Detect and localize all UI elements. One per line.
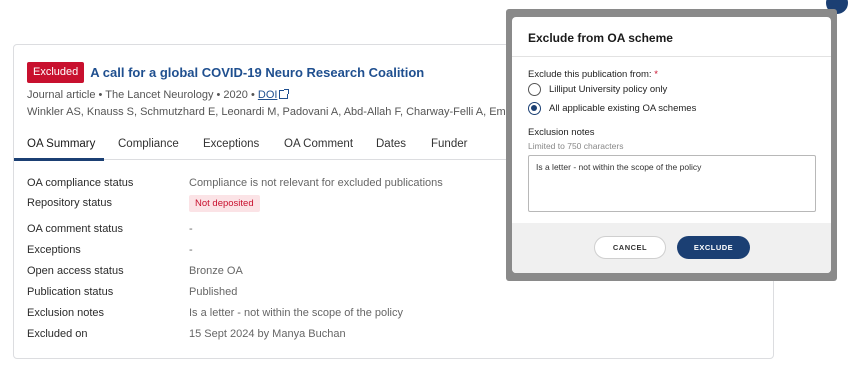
exclusion-notes-textarea[interactable]: Is a letter - not within the scope of th… bbox=[528, 155, 816, 212]
option-label: All applicable existing OA schemes bbox=[549, 103, 697, 114]
exclusion-notes-label: Exclusion notes bbox=[528, 127, 595, 138]
row-label: OA compliance status bbox=[27, 177, 134, 189]
row-label: OA comment status bbox=[27, 223, 123, 235]
excluded-badge: Excluded bbox=[27, 62, 85, 83]
tab-funder[interactable]: Funder bbox=[431, 138, 467, 150]
cancel-button[interactable]: CANCEL bbox=[594, 236, 666, 259]
option-all-schemes[interactable]: All applicable existing OA schemes bbox=[528, 102, 696, 115]
radio-unchecked-icon[interactable] bbox=[528, 83, 541, 96]
radio-checked-icon[interactable] bbox=[528, 102, 541, 115]
row-value: - bbox=[189, 223, 193, 235]
active-tab-indicator bbox=[14, 158, 104, 161]
exclude-from-text: Exclude this publication from: bbox=[528, 69, 652, 80]
row-label: Exclusion notes bbox=[27, 307, 105, 319]
dialog-footer: CANCEL EXCLUDE bbox=[512, 223, 831, 273]
doi-link[interactable]: DOI bbox=[258, 89, 278, 101]
exclude-button[interactable]: EXCLUDE bbox=[677, 236, 750, 259]
meta-text: Journal article • The Lancet Neurology •… bbox=[27, 89, 258, 101]
row-value: Compliance is not relevant for excluded … bbox=[189, 177, 443, 189]
tab-oa-comment[interactable]: OA Comment bbox=[284, 138, 353, 150]
row-label: Open access status bbox=[27, 265, 124, 277]
dialog-divider bbox=[512, 56, 831, 57]
authors: Winkler AS, Knauss S, Schmutzhard E, Leo… bbox=[27, 106, 507, 118]
row-value: 15 Sept 2024 by Manya Buchan bbox=[189, 328, 346, 340]
exclusion-notes-hint: Limited to 750 characters bbox=[528, 141, 624, 151]
option-lilliput-only[interactable]: Lilliput University policy only bbox=[528, 83, 667, 96]
tab-oa-summary[interactable]: OA Summary bbox=[27, 138, 95, 150]
row-value: Is a letter - not within the scope of th… bbox=[189, 307, 404, 319]
tab-exceptions[interactable]: Exceptions bbox=[203, 138, 259, 150]
row-value: - bbox=[189, 244, 193, 256]
option-label: Lilliput University policy only bbox=[549, 84, 668, 95]
exclude-from-label: Exclude this publication from: * bbox=[528, 69, 658, 80]
tab-dates[interactable]: Dates bbox=[376, 138, 406, 150]
tab-compliance[interactable]: Compliance bbox=[118, 138, 179, 150]
publication-title[interactable]: A call for a global COVID-19 Neuro Resea… bbox=[90, 65, 424, 80]
row-value: Published bbox=[189, 286, 238, 298]
row-label: Excluded on bbox=[27, 328, 88, 340]
row-label: Repository status bbox=[27, 197, 112, 209]
external-link-icon bbox=[279, 89, 290, 99]
dialog-title: Exclude from OA scheme bbox=[528, 31, 673, 45]
exclude-dialog: Exclude from OA scheme Exclude this publ… bbox=[512, 17, 831, 273]
repository-status-badge: Not deposited bbox=[189, 195, 260, 212]
required-mark: * bbox=[654, 69, 658, 80]
row-label: Publication status bbox=[27, 286, 114, 298]
row-label: Exceptions bbox=[27, 244, 81, 256]
row-value: Bronze OA bbox=[189, 265, 243, 277]
